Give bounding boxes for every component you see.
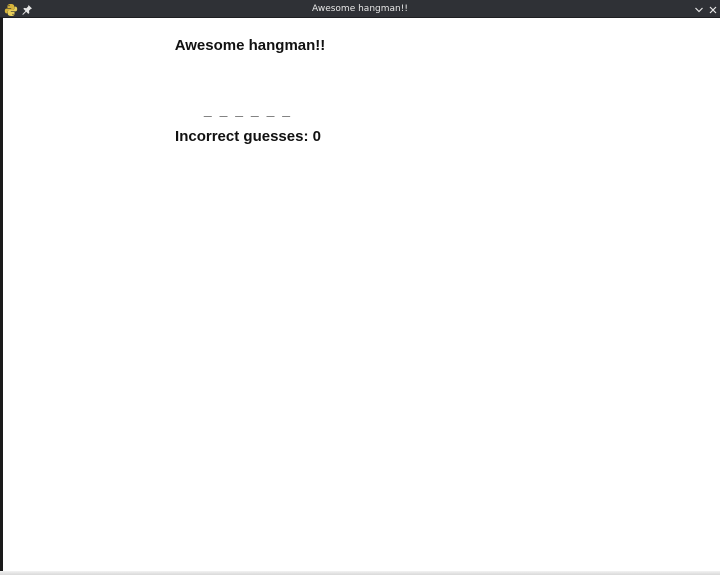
word-display: _ _ _ _ _ _ [203, 102, 293, 118]
game-canvas[interactable]: Awesome hangman!! _ _ _ _ _ _ Incorrect … [3, 18, 720, 571]
app-window: Awesome hangman!! Awesome hangman!! _ _ … [0, 0, 720, 575]
game-heading: Awesome hangman!! [174, 37, 326, 54]
title-bar[interactable]: Awesome hangman!! [0, 0, 720, 18]
close-icon[interactable] [706, 2, 720, 16]
incorrect-guesses-label: Incorrect guesses: 0 [175, 128, 321, 145]
window-bottom-border [0, 571, 720, 575]
window-title: Awesome hangman!! [312, 4, 408, 14]
chevron-down-icon[interactable] [692, 2, 706, 16]
